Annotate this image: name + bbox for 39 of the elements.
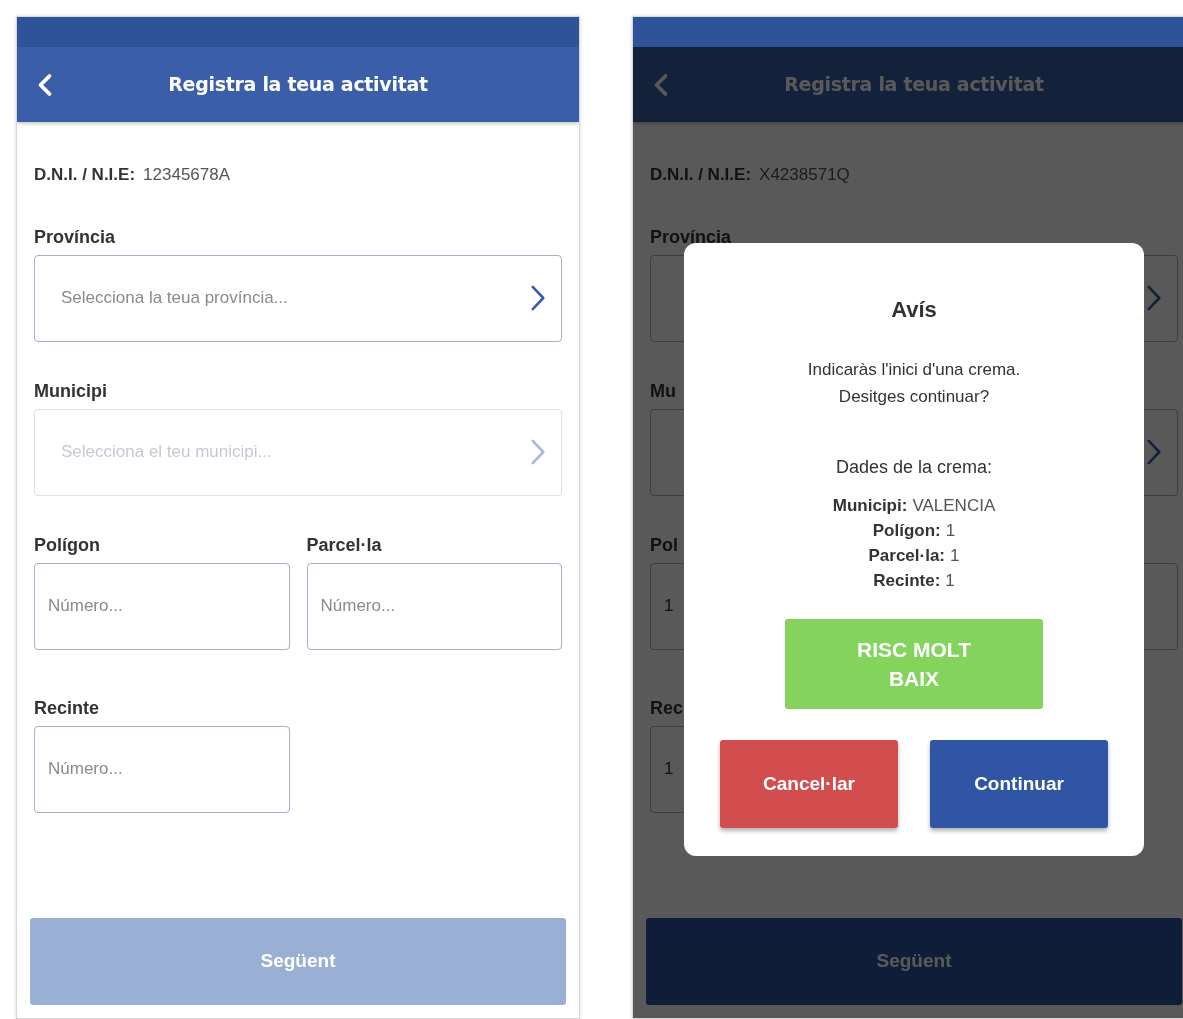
header-title: Registra la teua activitat <box>784 72 1044 98</box>
field-label: Recinte <box>34 696 100 717</box>
dni-label: D.N.I. / N.I.E: <box>34 164 136 186</box>
number-field[interactable]: Número... <box>34 562 290 650</box>
select-field[interactable]: Selecciona la teua província... <box>34 254 562 342</box>
field-label: Pol <box>650 533 678 554</box>
field-label: Mu <box>650 379 676 400</box>
field-label: Província <box>34 225 116 246</box>
dialog-message: Desitges continuar? <box>838 386 990 408</box>
field-label: Província <box>650 225 732 246</box>
number-field[interactable]: Número... <box>34 725 290 813</box>
detail-label: Recinte: <box>873 570 941 592</box>
dialog-title: Avís <box>891 296 937 324</box>
header-title: Registra la teua activitat <box>168 72 428 98</box>
chevron-right-icon <box>1147 285 1161 311</box>
field-label: Polígon <box>34 533 100 554</box>
field-label: Municipi <box>34 379 107 400</box>
detail-value: 1 <box>945 520 956 542</box>
continue-button[interactable]: Continuar <box>930 740 1108 828</box>
detail-label: Municipi: <box>832 495 908 517</box>
detail-value: VALENCIA <box>912 495 996 517</box>
chevron-right-icon <box>531 285 545 311</box>
field-label: Parcel·la <box>306 533 382 554</box>
dni-value: 12345678A <box>143 164 231 186</box>
detail-value: 1 <box>945 570 955 592</box>
dni-label: D.N.I. / N.I.E: <box>650 164 752 186</box>
detail-label: Polígon: <box>872 520 941 542</box>
dni-value: X4238571Q <box>759 164 850 186</box>
next-button[interactable]: Següent <box>646 918 1182 1005</box>
number-field[interactable]: Número... <box>306 562 562 650</box>
detail-value: 1 <box>950 545 960 567</box>
risk-badge: RISC MOLT BAIX <box>785 619 1043 709</box>
detail-label: Parcel·la: <box>868 545 946 567</box>
chevron-right-icon <box>531 439 545 465</box>
field-label: Rec <box>650 696 684 717</box>
dialog-message: Indicaràs l'inici d'una crema. <box>807 359 1021 381</box>
cancel-button[interactable]: Cancel·lar <box>720 740 898 828</box>
chevron-right-icon <box>1147 439 1161 465</box>
details-heading: Dades de la crema: <box>835 456 993 479</box>
